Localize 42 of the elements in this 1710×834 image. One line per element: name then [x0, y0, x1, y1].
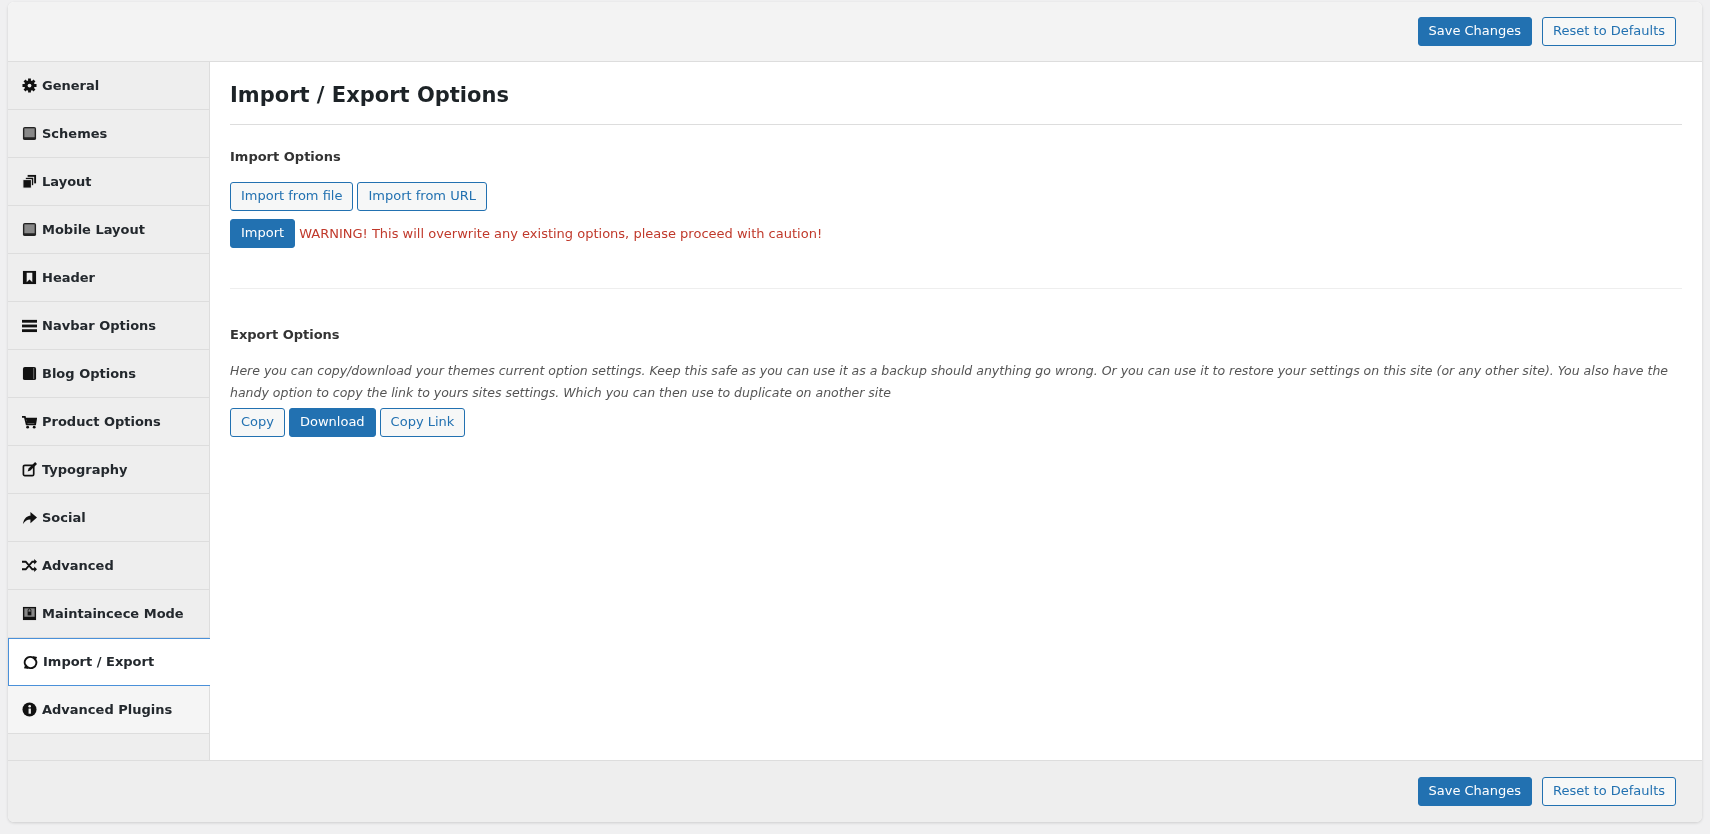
sidebar-item[interactable]: Schemes	[8, 110, 209, 158]
action-button[interactable]: Reset to Defaults	[1542, 17, 1676, 46]
action-button[interactable]: Save Changes	[1417, 17, 1533, 46]
sidebar-item[interactable]: General	[8, 62, 209, 110]
sidebar-item[interactable]: Mobile Layout	[8, 206, 209, 254]
sidebar-item[interactable]: Header	[8, 254, 209, 302]
warning-text: WARNING! This will overwrite any existing options, please proceed with caution!	[299, 224, 823, 243]
action-button[interactable]: Import from URL	[357, 182, 487, 211]
action-button[interactable]: Reset to Defaults	[1542, 777, 1676, 806]
menu-icon	[22, 318, 37, 333]
sidebar-item[interactable]: Typography	[8, 446, 209, 494]
sidebar-item[interactable]: Advanced Plugins	[8, 686, 209, 734]
info-icon	[22, 702, 37, 717]
section-heading: Export Options	[230, 325, 341, 344]
monitor-icon	[22, 126, 37, 141]
page-title: Import / Export Options	[230, 80, 1682, 125]
action-button[interactable]: Save Changes	[1417, 777, 1533, 806]
share-arrow-icon	[22, 510, 37, 525]
shuffle-icon	[22, 558, 37, 573]
action-button[interactable]: Copy Link	[379, 408, 466, 437]
sidebar-item[interactable]: Import / Export	[8, 638, 210, 686]
description-text: Here you can copy/download your themes current option settings. Keep this safe as you can use it as a backup should anything go wrong. Or you can use it to restore your settings on this site (or any other site). You also have the handy option to copy the link to yours sites settings. Which you can then use to duplicate on another site	[230, 362, 1669, 403]
book-icon	[22, 366, 37, 381]
bookmark-icon	[22, 270, 37, 285]
sidebar-item[interactable]: Social	[8, 494, 209, 542]
cart-icon	[22, 414, 37, 429]
monitor-icon	[22, 222, 37, 237]
gear-icon	[22, 78, 37, 93]
sidebar-item[interactable]: Advanced	[8, 542, 209, 590]
section-heading: Import Options	[230, 147, 342, 166]
refresh-icon	[23, 654, 38, 670]
sidebar-item[interactable]: Blog Options	[8, 350, 209, 398]
sidebar-item[interactable]: Layout	[8, 158, 209, 206]
sidebar-item[interactable]: Navbar Options	[8, 302, 209, 350]
stacked-squares-icon	[22, 174, 37, 189]
action-button[interactable]: Download	[289, 408, 376, 437]
action-button[interactable]: Import from file	[230, 182, 354, 211]
lock-screen-icon	[22, 606, 37, 621]
action-button[interactable]: Copy	[230, 408, 285, 437]
edit-icon	[22, 462, 37, 477]
action-button[interactable]: Import	[230, 218, 296, 248]
sidebar-item[interactable]: Product Options	[8, 398, 209, 446]
